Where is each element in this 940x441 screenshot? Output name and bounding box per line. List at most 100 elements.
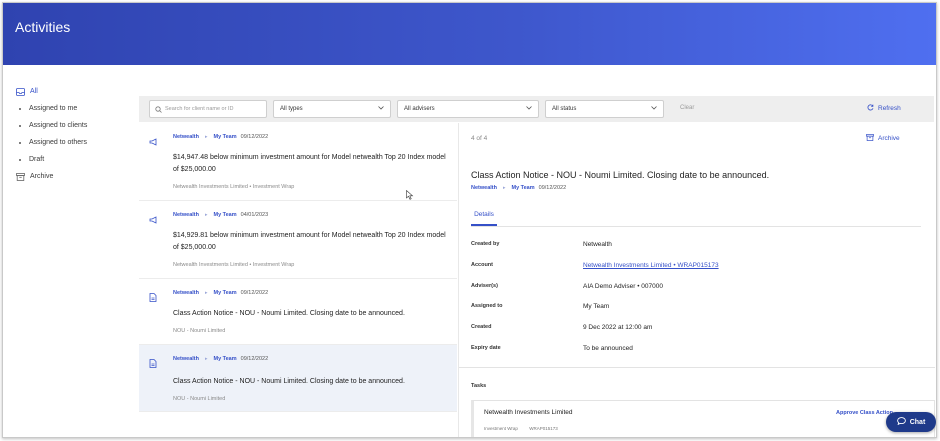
types-select[interactable]: All types: [273, 100, 391, 118]
task-card: Netwealth Investments Limited Investment…: [471, 400, 935, 437]
chat-label: Chat: [909, 418, 926, 426]
task-subtitle: Investment Wrap WRAP015173: [484, 426, 568, 431]
activity-card[interactable]: Netwealth ▸ My Team 09/12/2022 Class Act…: [139, 279, 457, 345]
activity-date: 09/12/2022: [240, 290, 269, 296]
sidebar-item-archive[interactable]: Archive: [15, 168, 133, 185]
sidebar-item-draft[interactable]: Draft: [15, 151, 133, 168]
chat-bubble-icon: [896, 417, 910, 427]
bullet-icon: [19, 158, 21, 161]
activity-meta: Netwealth ▸ My Team 09/12/2022: [173, 134, 268, 140]
activity-card[interactable]: Netwealth ▸ My Team 04/01/2023 $14,929.8…: [139, 201, 457, 279]
search-icon: [155, 100, 162, 118]
activity-subtitle: NOU - Noumi Limited: [173, 396, 226, 402]
field-label: Created by: [471, 241, 500, 247]
archive-icon: [866, 134, 878, 143]
activity-subtitle: Netwealth Investments Limited • Investme…: [173, 262, 295, 268]
activity-list: Netwealth ▸ My Team 09/12/2022 $14,947.4…: [139, 123, 457, 412]
activity-description: Class Action Notice - NOU - Noumi Limite…: [173, 310, 405, 317]
activity-date: 09/12/2022: [240, 134, 269, 140]
filter-bar: All types All advisers All status Clear …: [139, 96, 934, 122]
document-icon: [149, 289, 158, 302]
activity-description: $14,929.81 below minimum investment amou…: [173, 232, 446, 251]
advisers-select[interactable]: All advisers: [397, 100, 539, 118]
activity-card-selected[interactable]: Netwealth ▸ My Team 09/12/2022 Class Act…: [139, 345, 457, 412]
field-created-by: Created by Netwealth: [471, 241, 921, 255]
detail-date: 09/12/2022: [538, 185, 567, 191]
activity-team: My Team: [213, 290, 237, 296]
clear-button[interactable]: Clear: [680, 105, 694, 111]
page-title: Activities: [15, 19, 71, 35]
detail-meta: Netwealth ▸ My Team 09/12/2022: [471, 185, 566, 191]
app-window: Activities All Assigned to me Assigned t…: [2, 2, 937, 438]
chevron-down-icon: [378, 106, 384, 112]
refresh-icon: [867, 104, 878, 113]
activity-date: 09/12/2022: [240, 356, 269, 362]
field-assigned-to: Assigned to My Team: [471, 303, 921, 317]
sidebar-item-assigned-to-others[interactable]: Assigned to others: [15, 134, 133, 151]
activity-source: Netwealth: [173, 290, 199, 296]
activity-date: 04/01/2023: [240, 212, 269, 218]
field-value: 9 Dec 2022 at 12:00 am: [583, 324, 653, 331]
section-divider: [459, 367, 935, 368]
activity-meta: Netwealth ▸ My Team 09/12/2022: [173, 356, 268, 362]
task-product: Investment Wrap: [484, 426, 518, 431]
activity-subtitle: NOU - Noumi Limited: [173, 328, 226, 334]
task-name: Netwealth Investments Limited: [484, 409, 573, 416]
field-account: Account Netwealth Investments Limited • …: [471, 262, 921, 276]
activity-subtitle: Netwealth Investments Limited • Investme…: [173, 184, 295, 190]
field-label: Adviser(s): [471, 283, 498, 289]
tab-divider: [471, 226, 921, 227]
field-label: Created: [471, 324, 492, 330]
tab-details[interactable]: Details: [471, 211, 497, 226]
sidebar-item-label: Archive: [30, 173, 54, 180]
bullet-icon: [19, 107, 21, 110]
detail-panel: 4 of 4 Archive Class Action Notice - NOU…: [458, 123, 935, 437]
field-label: Assigned to: [471, 303, 503, 309]
sidebar: All Assigned to me Assigned to clients A…: [15, 83, 133, 185]
activity-meta: Netwealth ▸ My Team 04/01/2023: [173, 212, 268, 218]
sidebar-item-all[interactable]: All: [15, 83, 133, 100]
status-select[interactable]: All status: [545, 100, 664, 118]
sidebar-item-label: Assigned to others: [29, 139, 87, 146]
chevron-right-icon: ▸: [204, 212, 208, 218]
document-icon: [149, 355, 158, 368]
activity-source: Netwealth: [173, 356, 199, 362]
megaphone-icon: [149, 133, 158, 146]
sidebar-item-label: Assigned to clients: [29, 122, 88, 129]
search-box[interactable]: [149, 100, 267, 118]
detail-team: My Team: [511, 185, 535, 191]
sidebar-item-assigned-to-clients[interactable]: Assigned to clients: [15, 117, 133, 134]
detail-source: Netwealth: [471, 185, 497, 191]
approve-class-action-button[interactable]: Approve Class Action: [836, 410, 893, 416]
refresh-button[interactable]: Refresh: [867, 104, 901, 113]
chevron-right-icon: ▸: [204, 356, 208, 362]
activity-team: My Team: [213, 356, 237, 362]
field-created: Created 9 Dec 2022 at 12:00 am: [471, 324, 921, 338]
activity-source: Netwealth: [173, 134, 199, 140]
sidebar-item-label: Assigned to me: [29, 105, 78, 112]
field-value: My Team: [583, 303, 610, 310]
field-label: Account: [471, 262, 493, 268]
archive-label: Archive: [878, 135, 900, 142]
detail-title: Class Action Notice - NOU - Noumi Limite…: [471, 170, 770, 180]
archive-icon: [15, 172, 25, 182]
types-select-value: All types: [280, 106, 303, 112]
tasks-heading: Tasks: [471, 383, 487, 389]
megaphone-icon: [149, 211, 158, 224]
search-input[interactable]: [165, 106, 265, 112]
activity-description: $14,947.48 below minimum investment amou…: [173, 154, 446, 173]
status-select-value: All status: [552, 106, 577, 112]
field-value: To be announced: [583, 345, 633, 352]
task-account: WRAP015173: [529, 426, 558, 431]
field-label: Expiry date: [471, 345, 501, 351]
sidebar-item-assigned-to-me[interactable]: Assigned to me: [15, 100, 133, 117]
field-advisers: Adviser(s) AIA Demo Adviser • 007000: [471, 283, 921, 297]
bullet-icon: [19, 141, 21, 144]
activity-source: Netwealth: [173, 212, 199, 218]
activity-meta: Netwealth ▸ My Team 09/12/2022: [173, 290, 268, 296]
sidebar-item-label: Draft: [29, 156, 45, 163]
chat-button[interactable]: Chat: [886, 412, 936, 432]
archive-button[interactable]: Archive: [866, 134, 900, 143]
account-link[interactable]: Netwealth Investments Limited • WRAP0151…: [583, 262, 719, 269]
chevron-right-icon: ▸: [204, 290, 208, 296]
